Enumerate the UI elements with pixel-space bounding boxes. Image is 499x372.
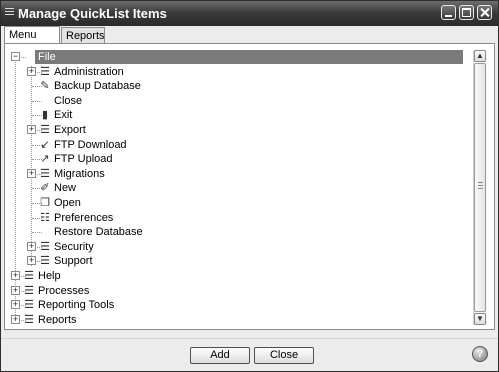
menu-icon: ☰ <box>24 51 34 63</box>
close-icon[interactable] <box>477 5 492 20</box>
manage-quicklist-window: Manage QuickList Items Reports Menu Item… <box>0 0 499 372</box>
open-icon: ❐ <box>40 197 50 209</box>
menu-icon: ☰ <box>24 299 34 312</box>
expand-icon[interactable]: + <box>11 271 20 280</box>
title-bar[interactable]: Manage QuickList Items <box>1 1 498 26</box>
menu-icon: ☰ <box>24 270 34 282</box>
expand-icon[interactable]: + <box>11 300 20 310</box>
tree-item-label: Open <box>54 197 81 209</box>
preferences-icon: ☷ <box>40 211 50 224</box>
menu-tree[interactable]: − ☰ File + ☰ Administration ✎ Backup Database Cl… <box>11 50 473 324</box>
tab-reports[interactable]: Reports <box>61 27 105 43</box>
tab-menu-items[interactable]: Menu Items <box>4 26 60 57</box>
tree-item-label: Backup Database <box>54 80 141 93</box>
menu-icon: ☰ <box>24 284 34 297</box>
vertical-scrollbar[interactable]: ▲ ▼ <box>473 50 487 325</box>
tree-item-label: Processes <box>38 284 90 297</box>
window-menu-icon[interactable] <box>5 8 14 19</box>
help-icon[interactable]: ? <box>472 346 488 362</box>
tree-item-label: FTP Download <box>54 138 127 151</box>
scroll-thumb[interactable] <box>474 63 486 312</box>
new-icon: ✐ <box>40 182 50 195</box>
backup-icon: ✎ <box>40 80 50 93</box>
divider <box>1 338 498 339</box>
tree-item-label: Help <box>38 270 61 282</box>
menu-icon: ☰ <box>40 240 50 253</box>
expand-icon[interactable]: + <box>27 241 36 251</box>
expand-icon[interactable]: + <box>27 125 36 134</box>
tree-item-label: Reporting Tools <box>38 299 115 312</box>
upload-icon: ↗ <box>40 153 50 166</box>
close-button[interactable]: Close <box>254 347 314 364</box>
menu-icon: ☰ <box>24 313 34 324</box>
tree-item-label: New <box>54 182 77 195</box>
menu-icon: ☰ <box>40 167 50 180</box>
add-button[interactable]: Add <box>190 347 250 364</box>
exit-icon: ▮ <box>41 109 49 122</box>
menu-icon: ☰ <box>40 124 50 136</box>
tree-connector <box>32 100 42 102</box>
tree-item-label: Support <box>54 255 93 268</box>
tree-item-label: FTP Upload <box>54 153 113 166</box>
tree-item-label: Security <box>54 240 94 253</box>
tree-item-label: Administration <box>54 65 124 78</box>
tree-connector <box>31 65 32 266</box>
window-title: Manage QuickList Items <box>18 6 167 21</box>
menu-icon: ☰ <box>40 65 50 78</box>
tree-item-file[interactable]: − ☰ File <box>11 50 463 64</box>
collapse-icon[interactable]: − <box>11 52 20 61</box>
tree-connector <box>32 232 42 234</box>
menu-icon: ☰ <box>40 255 50 268</box>
scroll-up-icon[interactable]: ▲ <box>474 50 486 62</box>
tree-item-label: Preferences <box>54 211 114 224</box>
menu-items-panel: − ☰ File + ☰ Administration ✎ Backup Database Cl… <box>4 43 495 330</box>
maximize-icon[interactable] <box>459 5 474 20</box>
minimize-icon[interactable] <box>441 5 456 20</box>
tree-item-label: Exit <box>54 109 73 122</box>
download-icon: ↙ <box>40 138 50 151</box>
expand-icon[interactable]: + <box>27 256 36 266</box>
tree-item-label: Migrations <box>54 167 105 180</box>
expand-icon[interactable]: + <box>27 168 36 178</box>
expand-icon[interactable]: + <box>11 285 20 295</box>
expand-icon[interactable]: + <box>11 314 20 324</box>
expand-icon[interactable]: + <box>27 66 36 76</box>
tree-item-label: Export <box>54 124 86 136</box>
tree-item-label: Restore Database <box>54 226 143 239</box>
tree-item-label: Close <box>54 94 83 107</box>
grip-icon <box>478 182 483 191</box>
scroll-down-icon[interactable]: ▼ <box>474 313 486 325</box>
tree-item-label: Reports <box>38 313 77 324</box>
tree-item-label: File <box>38 51 56 63</box>
